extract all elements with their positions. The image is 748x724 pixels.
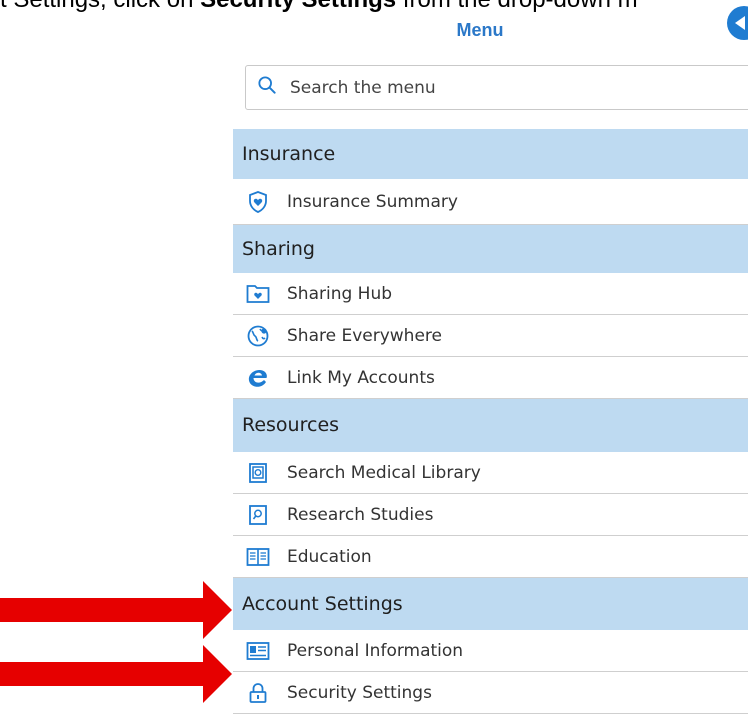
section-header-resources: Resources (233, 399, 748, 452)
search-icon (258, 76, 276, 94)
menu-item-link-my-accounts[interactable]: Link My Accounts (233, 357, 748, 399)
menu-item-security-settings[interactable]: Security Settings (233, 672, 748, 714)
menu-search-box[interactable] (245, 65, 748, 110)
menu-item-share-everywhere[interactable]: Share Everywhere (233, 315, 748, 357)
id-card-icon (245, 639, 271, 663)
instruction-prefix: t Settings, click on (0, 0, 200, 13)
folder-heart-icon (245, 282, 271, 306)
open-book-icon (245, 545, 271, 569)
menu-item-label: Share Everywhere (287, 325, 442, 346)
menu-item-personal-information[interactable]: Personal Information (233, 630, 748, 672)
menu-item-label: Education (287, 546, 372, 567)
instruction-text: t Settings, click on Security Settings f… (0, 0, 748, 20)
menu-item-search-medical-library[interactable]: Search Medical Library (233, 452, 748, 494)
back-arrow-icon[interactable] (727, 6, 748, 40)
menu-item-label: Personal Information (287, 640, 464, 661)
menu-item-label: Insurance Summary (287, 191, 458, 212)
menu-item-sharing-hub[interactable]: Sharing Hub (233, 273, 748, 315)
menu-item-label: Research Studies (287, 504, 434, 525)
menu-list: Insurance Insurance Summary Sharing Shar… (233, 129, 748, 714)
menu-item-label: Search Medical Library (287, 462, 481, 483)
section-header-account-settings: Account Settings (233, 578, 748, 630)
arrow-to-security-settings (0, 645, 232, 703)
arrow-to-account-settings (0, 581, 232, 639)
research-book-icon (245, 503, 271, 527)
menu-item-label: Link My Accounts (287, 367, 435, 388)
globe-share-icon (245, 324, 271, 348)
menu-item-label: Sharing Hub (287, 283, 393, 304)
menu-item-label: Security Settings (287, 682, 432, 703)
instruction-suffix: from the drop-down m (396, 0, 638, 13)
menu-item-insurance-summary[interactable]: Insurance Summary (233, 179, 748, 225)
instruction-bold: Security Settings (200, 0, 396, 13)
menu-item-research-studies[interactable]: Research Studies (233, 494, 748, 536)
menu-title: Menu (456, 20, 504, 40)
section-header-sharing: Sharing (233, 225, 748, 273)
e-link-icon (245, 366, 271, 390)
lock-icon (245, 681, 271, 705)
menu-item-education[interactable]: Education (233, 536, 748, 578)
library-book-icon (245, 461, 271, 485)
search-input[interactable] (290, 75, 710, 101)
section-header-insurance: Insurance (233, 129, 748, 179)
shield-heart-icon (245, 190, 271, 214)
